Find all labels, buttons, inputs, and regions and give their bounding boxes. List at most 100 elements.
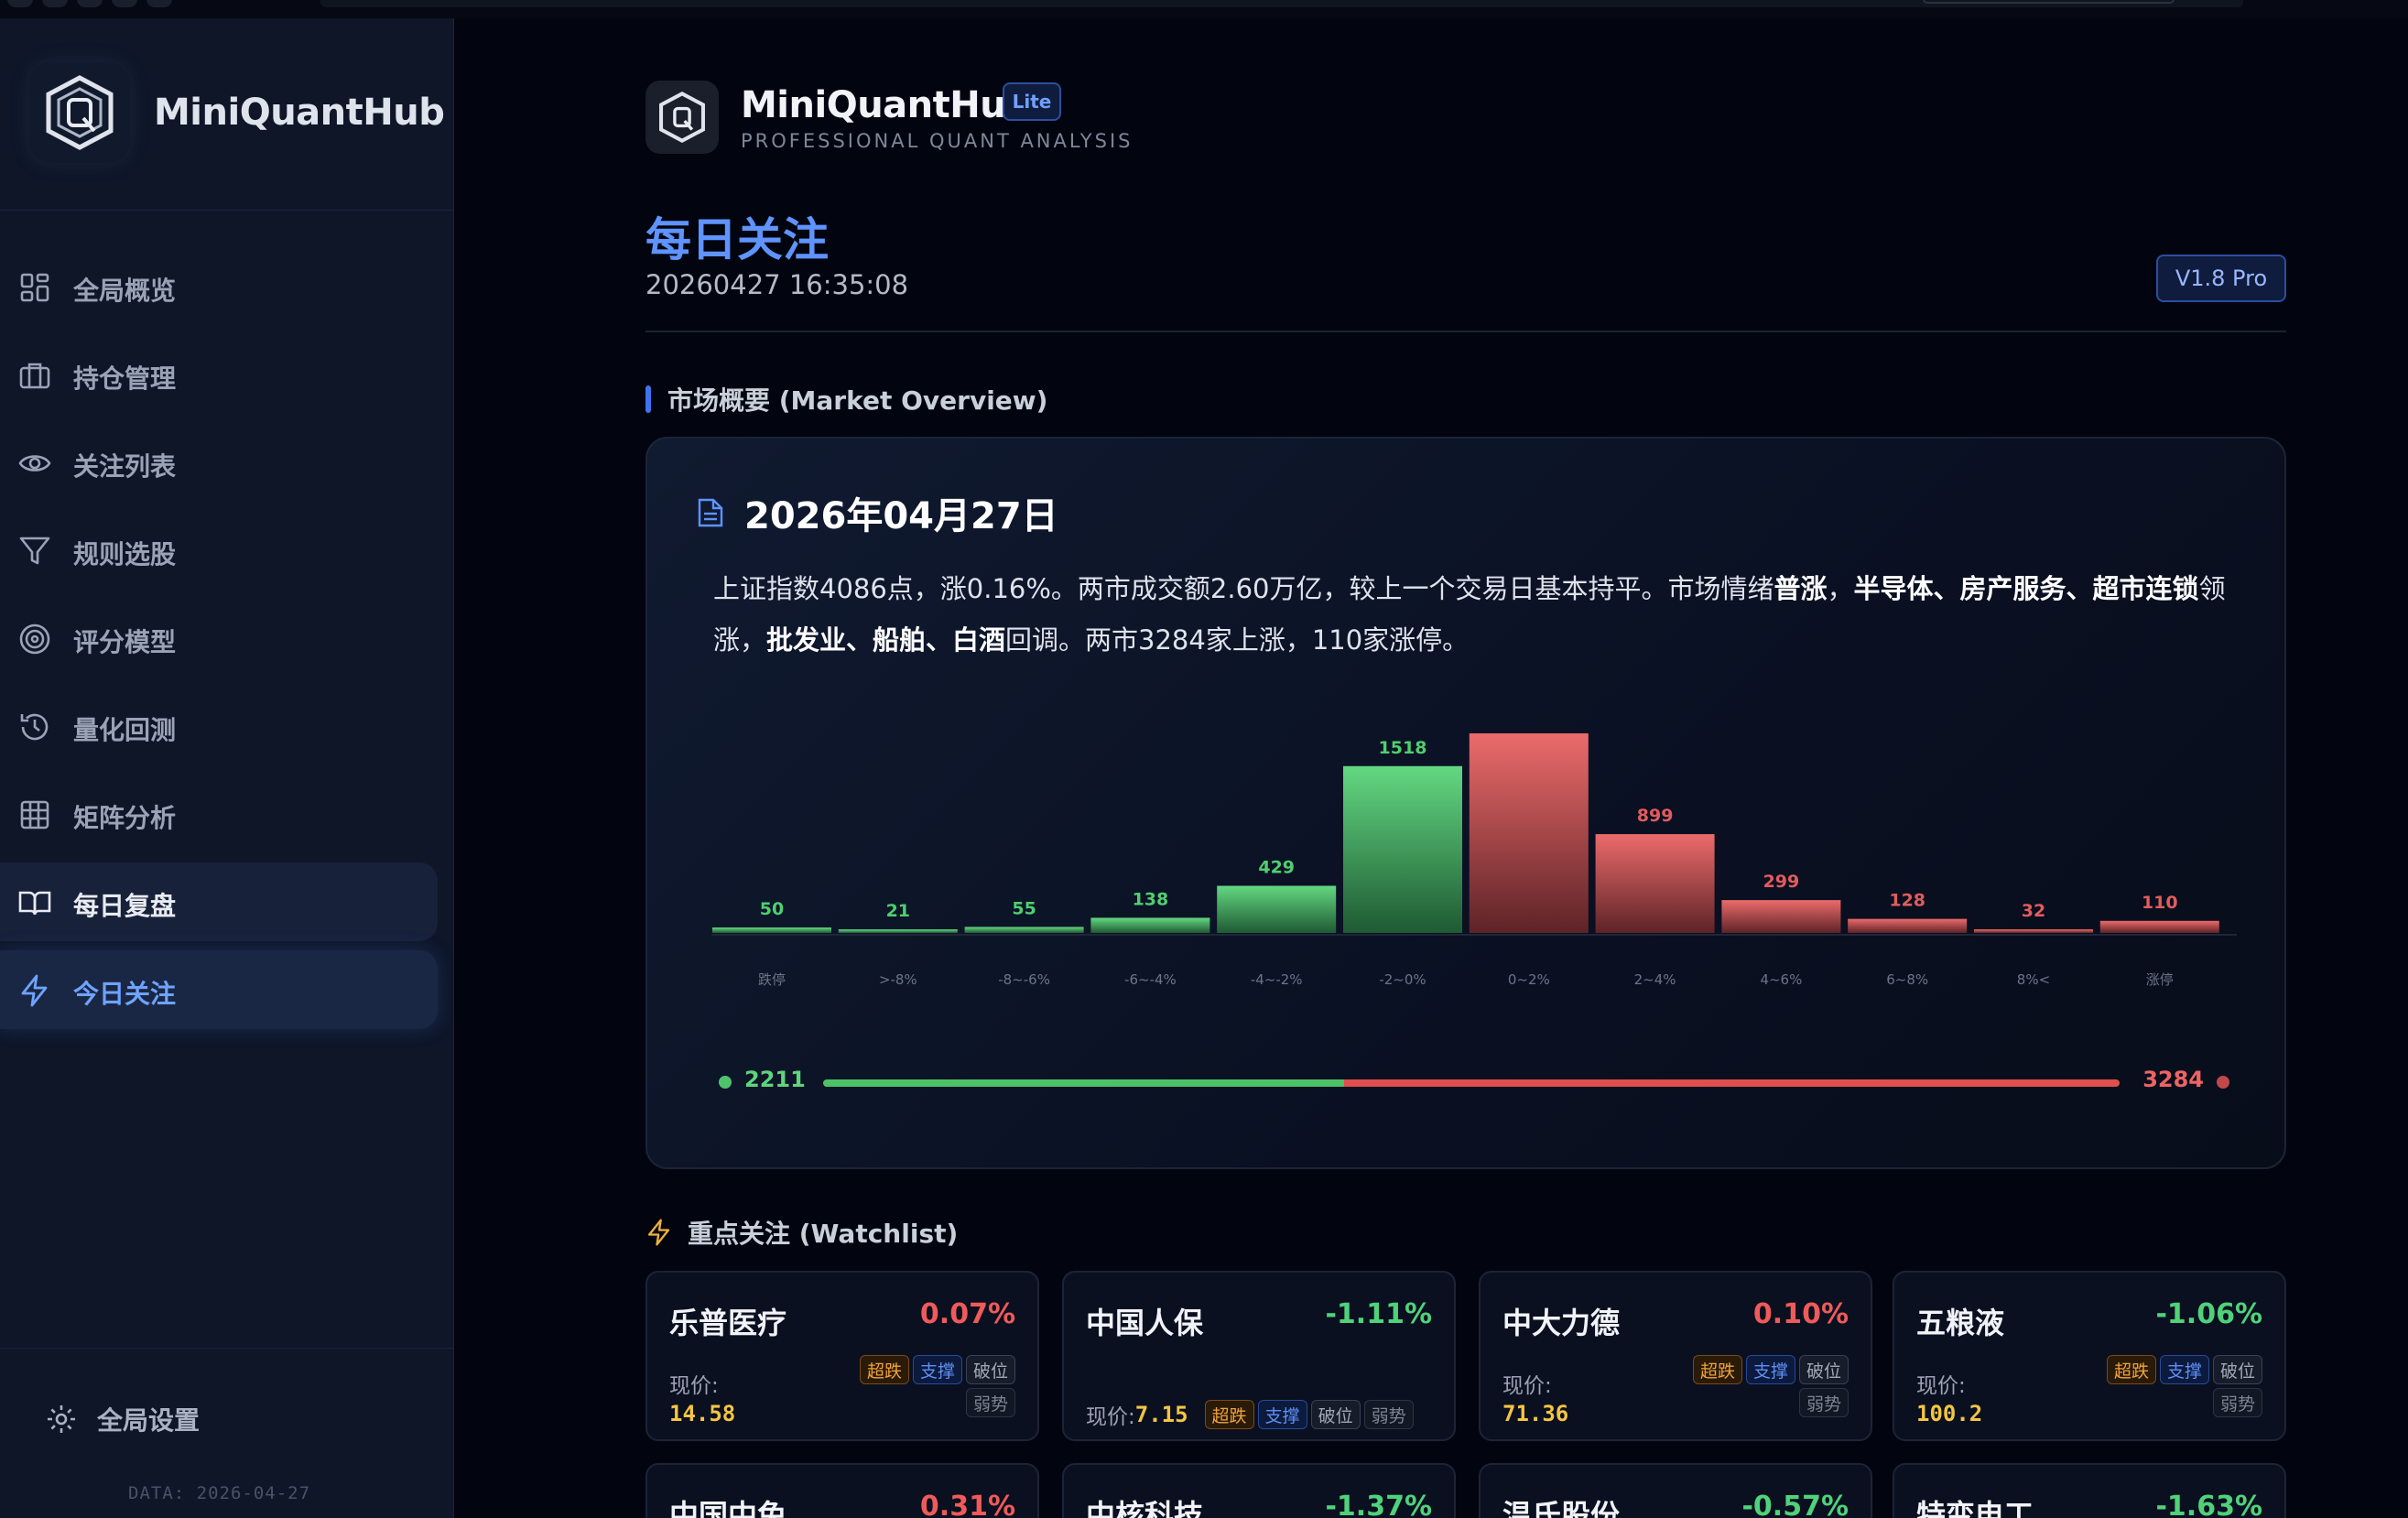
- bar-value-label: 50: [760, 899, 784, 919]
- stock-change: -1.11%: [1325, 1298, 1432, 1330]
- chart-bar[interactable]: [712, 927, 831, 933]
- signal-tag: 弱势: [965, 1388, 1015, 1417]
- window-top-strip: [0, 0, 2408, 18]
- market-overview-card: 2026年04月27日 上证指数4086点，涨0.16%。两市成交额2.60万亿…: [645, 437, 2286, 1169]
- watchlist-card[interactable]: 温氏股份 -0.57%: [1479, 1463, 1872, 1518]
- grid-icon: [20, 800, 49, 829]
- tag-row: 弱势: [1795, 1388, 1849, 1417]
- sidebar-item-label: 矩阵分析: [73, 803, 177, 833]
- chart-bar[interactable]: [964, 927, 1084, 933]
- category-label: -6~-4%: [1124, 971, 1177, 988]
- chart-bar[interactable]: [1090, 917, 1210, 933]
- watchlist-card[interactable]: 五粮液 -1.06% 现价: 100.2 超跌 支撑 破位 弱势: [1893, 1271, 2286, 1441]
- lightning-icon: [648, 1219, 670, 1246]
- signal-tag: 超跌: [2106, 1355, 2156, 1384]
- stock-price: 14.58: [669, 1401, 736, 1426]
- watchlist-card[interactable]: 中国中免 0.31%: [645, 1463, 1039, 1518]
- tag-row: 超跌 支撑 破位: [2103, 1355, 2262, 1384]
- edition-badge: Lite: [1003, 82, 1061, 121]
- watchlist-card[interactable]: 中核科技 -1.37%: [1062, 1463, 1456, 1518]
- stock-change: 0.10%: [1752, 1298, 1849, 1330]
- bar-value-label: 128: [1889, 891, 1925, 911]
- sidebar-item-label: 每日复盘: [73, 891, 177, 921]
- category-label: -4~-2%: [1251, 971, 1303, 988]
- watchlist-card[interactable]: 乐普医疗 0.07% 现价: 14.58 超跌 支撑 破位 弱势: [645, 1271, 1039, 1441]
- sidebar-item-screener[interactable]: 规则选股: [0, 511, 438, 590]
- stock-change: -1.63%: [2155, 1491, 2262, 1518]
- version-badge[interactable]: V1.8 Pro: [2156, 255, 2286, 302]
- stock-name: 中国人保: [1086, 1306, 1204, 1340]
- window-control[interactable]: [7, 0, 33, 7]
- signal-tag: 破位: [965, 1355, 1015, 1384]
- logo-hex-icon: [46, 75, 114, 150]
- advance-dot: [2217, 1076, 2229, 1089]
- chart-bar[interactable]: [838, 929, 958, 933]
- sidebar-item-label: 关注列表: [73, 451, 177, 482]
- distribution-chart: 50 跌停 21 >-8% 55 -8~-6% 138 -6~-4% 429 -4~-2% 1518…: [711, 722, 2237, 988]
- app-name: MiniQuantHub: [741, 84, 1032, 126]
- window-control[interactable]: [42, 0, 68, 7]
- stock-name: 五粮液: [1916, 1306, 2005, 1340]
- sidebar-item-watchlist[interactable]: 关注列表: [0, 423, 438, 502]
- summary-highlight: 普涨: [1773, 573, 1828, 604]
- chart-bar[interactable]: [1721, 900, 1841, 933]
- chart-bar[interactable]: [2099, 920, 2219, 933]
- stock-change: 0.07%: [919, 1298, 1015, 1330]
- stock-change: -0.57%: [1741, 1491, 1849, 1518]
- signal-tag: 弱势: [1798, 1388, 1849, 1417]
- eye-icon: [18, 455, 51, 472]
- sidebar-item-matrix[interactable]: 矩阵分析: [0, 775, 438, 853]
- bar-value-label: 1518: [1379, 738, 1427, 758]
- window-control[interactable]: [112, 0, 137, 7]
- chart-bar[interactable]: [1469, 733, 1589, 933]
- decline-count: 2211: [744, 1067, 806, 1092]
- section-accent: [645, 385, 651, 413]
- sidebar-item-overview[interactable]: 全局概览: [0, 247, 438, 326]
- app-logo: [645, 81, 719, 154]
- market-overview-heading: 市场概要 (Market Overview): [645, 381, 1047, 417]
- stock-change: -1.37%: [1325, 1491, 1432, 1518]
- category-label: -8~-6%: [998, 971, 1050, 988]
- sidebar-item-label: 评分模型: [73, 627, 177, 657]
- watchlist-card[interactable]: 特变电工 -1.63%: [1893, 1463, 2286, 1518]
- window-control[interactable]: [77, 0, 103, 7]
- summary-text: ，: [1827, 573, 1854, 604]
- price-row: 现价: 7.15 超跌 支撑 破位 弱势: [1086, 1399, 1414, 1430]
- logo-hex-icon: [659, 92, 705, 143]
- watchlist-card[interactable]: 中国人保 -1.11% 现价: 7.15 超跌 支撑 破位 弱势: [1062, 1271, 1456, 1441]
- chart-bar[interactable]: [1595, 834, 1715, 933]
- chart-bar[interactable]: [1217, 885, 1337, 933]
- market-summary: 上证指数4086点，涨0.16%。两市成交额2.60万亿，较上一个交易日基本持平…: [713, 563, 2233, 666]
- sidebar-item-scoring[interactable]: 评分模型: [0, 599, 438, 678]
- section-title: 重点关注 (Watchlist): [688, 1219, 959, 1249]
- decline-dot: [719, 1076, 732, 1089]
- sidebar-item-daily-review[interactable]: 每日复盘: [0, 862, 438, 941]
- sidebar-item-label: 持仓管理: [73, 363, 177, 394]
- sidebar-item-label: 全局概览: [73, 276, 177, 306]
- category-label: 8%<: [2017, 971, 2050, 988]
- bar-value-label: 429: [1258, 858, 1295, 878]
- top-search-pill[interactable]: [1923, 0, 2175, 4]
- stock-price: 100.2: [1916, 1401, 1983, 1426]
- signal-tag: 支撑: [912, 1355, 962, 1384]
- chart-bar[interactable]: [1973, 929, 2093, 933]
- watchlist-card[interactable]: 中大力德 0.10% 现价: 71.36 超跌 支撑 破位 弱势: [1479, 1271, 1872, 1441]
- stock-price: 7.15: [1134, 1402, 1188, 1427]
- bar-value-label: 32: [2022, 901, 2045, 921]
- category-label: 2~4%: [1634, 971, 1676, 988]
- window-control[interactable]: [146, 0, 172, 7]
- brand-logo[interactable]: [29, 62, 130, 163]
- summary-text: 上证指数4086点，涨0.16%。两市成交额2.60万亿，较上一个交易日基本持平…: [713, 573, 1774, 604]
- chart-bar[interactable]: [1848, 918, 1968, 933]
- global-settings-button[interactable]: 全局设置: [46, 1401, 200, 1437]
- sidebar-item-today-focus[interactable]: 今日关注: [0, 950, 438, 1029]
- signal-tag: 弱势: [1363, 1400, 1414, 1429]
- sidebar-item-positions[interactable]: 持仓管理: [0, 335, 438, 414]
- advance-count: 3284: [2142, 1067, 2204, 1092]
- book-icon: [18, 891, 51, 916]
- data-date: DATA: 2026-04-27: [128, 1483, 311, 1503]
- sidebar-item-backtest[interactable]: 量化回测: [0, 687, 438, 765]
- sidebar-divider: [0, 1348, 454, 1349]
- chart-bar[interactable]: [1342, 765, 1462, 933]
- target-icon: [19, 623, 50, 655]
